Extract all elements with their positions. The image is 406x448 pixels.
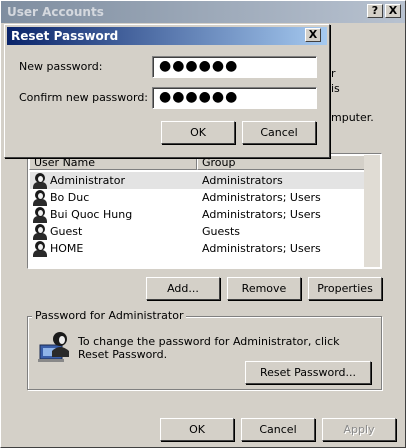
- window-title: User Accounts: [7, 5, 104, 19]
- cancel-button[interactable]: Cancel: [241, 418, 315, 441]
- remove-button[interactable]: Remove: [227, 277, 301, 300]
- dialog-cancel-button[interactable]: Cancel: [242, 121, 316, 144]
- user-name: Guest: [50, 225, 83, 238]
- list-scrollbar[interactable]: [364, 155, 380, 267]
- window-titlebar: User Accounts ? X: [1, 1, 405, 23]
- table-row[interactable]: Bo Duc Administrators; Users: [30, 189, 364, 206]
- user-icon: [32, 189, 48, 206]
- user-group: Administrators; Users: [202, 191, 321, 204]
- table-row[interactable]: Bui Quoc Hung Administrators; Users: [30, 206, 364, 223]
- user-icon: [32, 172, 48, 189]
- ok-button[interactable]: OK: [160, 418, 234, 441]
- reset-password-dialog: Reset Password X New password: ●●●●●● Co…: [4, 24, 330, 158]
- table-row[interactable]: Guest Guests: [30, 223, 364, 240]
- add-button[interactable]: Add...: [146, 277, 220, 300]
- hidden-text-2: is: [331, 82, 340, 95]
- table-row[interactable]: HOME Administrators; Users: [30, 240, 364, 257]
- dialog-ok-button[interactable]: OK: [161, 121, 235, 144]
- close-button[interactable]: X: [385, 4, 401, 18]
- confirm-password-label: Confirm new password:: [19, 91, 149, 104]
- password-group-title: Password for Administrator: [32, 309, 187, 322]
- user-icon: [32, 223, 48, 240]
- dialog-close-button[interactable]: X: [305, 28, 321, 42]
- new-password-label: New password:: [19, 60, 103, 73]
- users-list[interactable]: User Name Group Administrator Administra…: [27, 153, 382, 269]
- user-name: Bui Quoc Hung: [50, 208, 133, 221]
- user-group: Guests: [202, 225, 241, 238]
- user-icon: [32, 206, 48, 223]
- table-row[interactable]: Administrator Administrators: [30, 172, 364, 189]
- password-description: To change the password for Administrator…: [78, 335, 340, 361]
- user-group: Administrators; Users: [202, 208, 321, 221]
- user-group: Administrators: [202, 174, 283, 187]
- apply-button[interactable]: Apply: [322, 418, 396, 441]
- hidden-text-1: r: [331, 67, 336, 80]
- new-password-field[interactable]: ●●●●●●: [152, 56, 317, 78]
- properties-button[interactable]: Properties: [308, 277, 382, 300]
- user-name: Bo Duc: [50, 191, 90, 204]
- reset-password-button[interactable]: Reset Password...: [245, 361, 371, 384]
- confirm-password-field[interactable]: ●●●●●●: [152, 87, 317, 109]
- dialog-titlebar: Reset Password X: [7, 27, 327, 45]
- help-button[interactable]: ?: [367, 4, 383, 18]
- hidden-text-3: mputer.: [331, 111, 374, 124]
- user-group: Administrators; Users: [202, 242, 321, 255]
- dialog-title: Reset Password: [11, 29, 119, 43]
- user-name: HOME: [50, 242, 84, 255]
- user-name: Administrator: [50, 174, 125, 187]
- user-icon: [32, 240, 48, 257]
- user-computer-icon: [38, 331, 72, 363]
- password-group: Password for Administrator To change the…: [27, 309, 382, 390]
